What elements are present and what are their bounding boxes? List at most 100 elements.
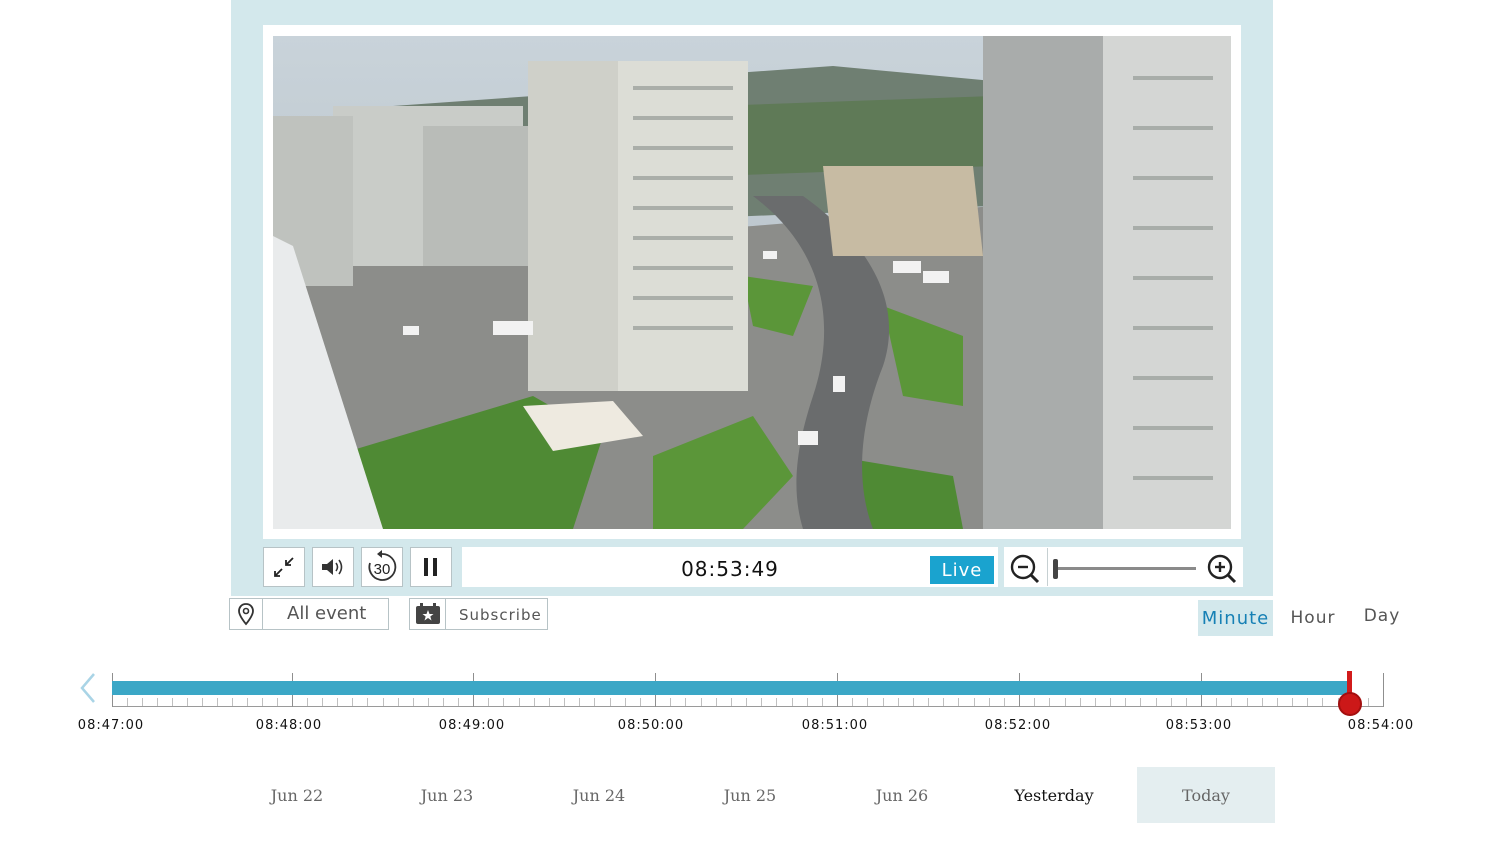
timeline-label: 08:47:00	[77, 718, 145, 733]
timeline-minor-tick	[187, 698, 188, 706]
zoom-slider-track[interactable]	[1056, 567, 1196, 570]
timeline-minor-tick	[428, 698, 429, 706]
day-yesterday[interactable]: Yesterday	[985, 767, 1123, 823]
timeline-minor-tick	[383, 698, 384, 706]
timeline-minor-tick	[172, 698, 173, 706]
timeline-label: 08:48:00	[255, 718, 323, 733]
volume-icon	[322, 559, 343, 575]
timeline-prev-button[interactable]	[78, 672, 98, 704]
timeline-minor-tick	[1125, 698, 1126, 706]
timeline-minor-tick	[989, 698, 990, 706]
rewind-30-button[interactable]: 30	[361, 547, 403, 587]
timeline-minor-tick	[958, 698, 959, 706]
granularity-hour[interactable]: Hour	[1280, 600, 1346, 636]
timeline-minor-tick	[127, 698, 128, 706]
chevron-left-icon	[80, 673, 95, 703]
timeline-minor-tick	[503, 698, 504, 706]
timeline-minor-tick	[792, 698, 793, 706]
timeline-minor-tick	[625, 698, 626, 706]
timeline-minor-tick	[232, 698, 233, 706]
timeline-minor-tick	[610, 698, 611, 706]
timeline-label: 08:53:00	[1165, 718, 1233, 733]
collapse-button[interactable]	[263, 547, 305, 587]
day-jun-23[interactable]: Jun 23	[378, 767, 516, 823]
timeline-minor-tick	[488, 698, 489, 706]
timeline-label: 08:49:00	[438, 718, 506, 733]
granularity-minute[interactable]: Minute	[1198, 600, 1273, 636]
timeline-minor-tick	[352, 698, 353, 706]
timeline-minor-tick	[898, 698, 899, 706]
timeline-recording-bar[interactable]	[112, 681, 1350, 695]
timeline-minor-tick	[1065, 698, 1066, 706]
rewind-30-icon: 30	[368, 550, 397, 581]
timeline-cursor-handle[interactable]	[1338, 692, 1362, 716]
timeline-label: 08:50:00	[617, 718, 685, 733]
collapse-icon	[274, 557, 294, 577]
timeline-minor-tick	[1171, 698, 1172, 706]
timeline-minor-tick	[202, 698, 203, 706]
timeline-minor-tick	[1004, 698, 1005, 706]
timeline-minor-tick	[1049, 698, 1050, 706]
zoom-out-button[interactable]	[1008, 552, 1042, 584]
day-jun-25[interactable]: Jun 25	[681, 767, 819, 823]
zoom-out-icon	[1010, 554, 1040, 584]
timeline-minor-tick	[1231, 698, 1232, 706]
timeline-minor-tick	[1292, 698, 1293, 706]
zoom-slider-handle[interactable]	[1053, 559, 1058, 579]
event-filter-label: All event	[287, 603, 367, 624]
video-feed[interactable]	[273, 36, 1231, 529]
timeline-minor-tick	[277, 698, 278, 706]
timeline-minor-tick	[307, 698, 308, 706]
timeline-minor-tick	[337, 698, 338, 706]
timeline-minor-tick	[157, 698, 158, 706]
day-jun-22[interactable]: Jun 22	[228, 767, 366, 823]
timeline-minor-tick	[1216, 698, 1217, 706]
timeline-minor-tick	[867, 698, 868, 706]
rewind-seconds: 30	[374, 561, 391, 578]
timeline-label: 08:54:00	[1347, 718, 1415, 733]
live-button[interactable]: Live	[930, 556, 994, 584]
timeline-minor-tick	[142, 698, 143, 706]
location-pin-icon	[238, 603, 254, 626]
timeline-minor-tick	[413, 698, 414, 706]
subscribe-icon-button[interactable]	[409, 598, 446, 630]
timeline-minor-tick	[1307, 698, 1308, 706]
day-jun-24[interactable]: Jun 24	[530, 767, 668, 823]
timeline-minor-tick	[549, 698, 550, 706]
timeline-minor-tick	[1034, 698, 1035, 706]
timeline-minor-tick	[640, 698, 641, 706]
timeline-minor-tick	[1110, 698, 1111, 706]
timeline-minor-tick	[746, 698, 747, 706]
timeline-minor-tick	[761, 698, 762, 706]
timeline-minor-tick	[262, 698, 263, 706]
volume-button[interactable]	[312, 547, 354, 587]
zoom-in-button[interactable]	[1205, 552, 1239, 584]
timeline-minor-tick	[1156, 698, 1157, 706]
timeline-minor-tick	[564, 698, 565, 706]
pause-button[interactable]	[410, 547, 452, 587]
timeline-minor-tick	[1095, 698, 1096, 706]
camera-scene	[273, 36, 1231, 529]
zoom-in-icon	[1207, 554, 1237, 584]
timeline-minor-tick	[913, 698, 914, 706]
timeline-minor-tick	[1140, 698, 1141, 706]
timeline-minor-tick	[1368, 698, 1369, 706]
timeline-baseline	[112, 706, 1383, 707]
timeline-minor-tick	[247, 698, 248, 706]
timeline-minor-tick	[322, 698, 323, 706]
timeline-minor-tick	[670, 698, 671, 706]
timeline-minor-tick	[443, 698, 444, 706]
timeline-minor-tick	[822, 698, 823, 706]
pause-icon	[424, 558, 437, 576]
timeline-label: 08:52:00	[984, 718, 1052, 733]
timeline-minor-tick	[398, 698, 399, 706]
day-jun-26[interactable]: Jun 26	[833, 767, 971, 823]
day-today[interactable]: Today	[1137, 767, 1275, 823]
timeline-label: 08:51:00	[801, 718, 869, 733]
timeline-minor-tick	[1277, 698, 1278, 706]
location-pin-button[interactable]	[229, 598, 263, 630]
granularity-day[interactable]: Day	[1352, 598, 1412, 634]
timeline-minor-tick	[217, 698, 218, 706]
timeline-minor-tick	[928, 698, 929, 706]
timeline-minor-tick	[519, 698, 520, 706]
